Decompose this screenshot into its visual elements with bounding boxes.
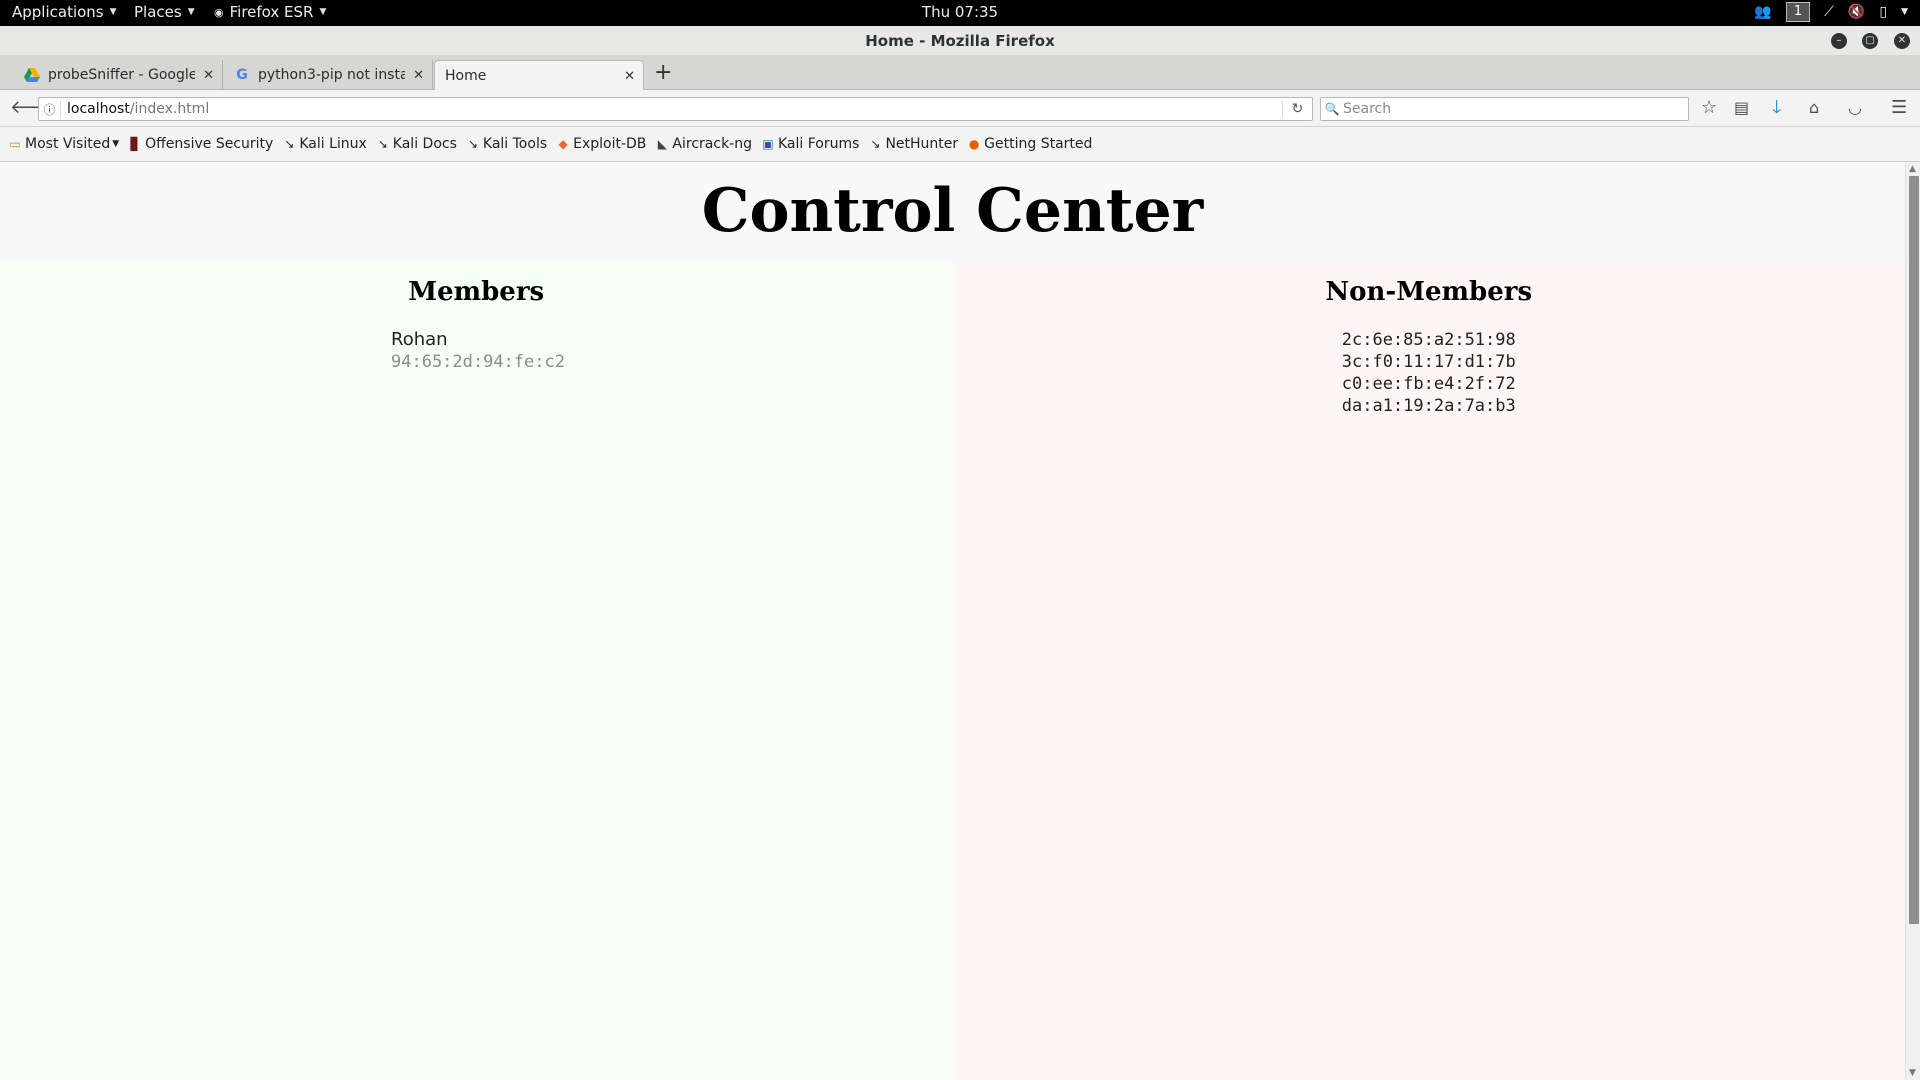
bookmark-kali-tools[interactable]: ↘ Kali Tools: [466, 136, 547, 152]
new-tab-button[interactable]: +: [654, 60, 672, 85]
bookmark-most-visited[interactable]: ▭ Most Visited ▼: [8, 136, 119, 152]
non-members-heading: Non-Members: [1325, 277, 1533, 307]
search-placeholder: Search: [1343, 101, 1392, 117]
minimize-button[interactable]: –: [1831, 33, 1847, 49]
scroll-up-arrow-icon[interactable]: ▲: [1909, 164, 1916, 174]
tab-strip: probeSniffer - Google... ✕ G python3-pip…: [0, 56, 1920, 91]
system-tray[interactable]: 👥 1 ⟋ 🔇 ▯ ▼: [1754, 2, 1908, 22]
bookmark-offensive-security[interactable]: ▊ Offensive Security: [128, 136, 274, 152]
bookmark-star-icon[interactable]: ☆: [1701, 98, 1717, 118]
google-icon: G: [236, 67, 248, 83]
pocket-icon[interactable]: ◡: [1848, 98, 1862, 118]
kali-icon: ↘: [377, 137, 388, 151]
non-member-mac: 2c:6e:85:a2:51:98: [1341, 330, 1516, 350]
chevron-down-icon: ▼: [112, 139, 120, 149]
bookmark-getting-started[interactable]: ● Getting Started: [967, 136, 1093, 152]
volume-muted-icon: 🔇: [1847, 4, 1866, 20]
close-window-button[interactable]: ✕: [1894, 33, 1910, 49]
window-title: Home - Mozilla Firefox: [865, 32, 1055, 50]
kali-icon: ↘: [870, 137, 881, 151]
maximize-button[interactable]: ▢: [1862, 33, 1878, 49]
bookmark-nethunter[interactable]: ↘ NetHunter: [868, 136, 958, 152]
tab-label: python3-pip not instal...: [258, 67, 406, 83]
bookmark-label: Aircrack-ng: [672, 136, 752, 152]
tab-home[interactable]: Home ✕: [434, 60, 644, 91]
page-scrollbar[interactable]: ▲ ▼: [1905, 162, 1920, 1080]
bookmark-label: Offensive Security: [145, 136, 274, 152]
non-member-mac-list: 2c:6e:85:a2:51:98 3c:f0:11:17:d1:7b c0:e…: [953, 329, 1906, 417]
folder-icon: ▭: [9, 137, 21, 151]
bookmark-label: Most Visited: [25, 136, 111, 152]
download-icon[interactable]: 🡓: [1772, 98, 1781, 118]
close-tab-icon[interactable]: ✕: [203, 68, 214, 83]
hamburger-menu-icon[interactable]: ☰: [1891, 98, 1907, 118]
home-icon[interactable]: ⌂: [1809, 98, 1819, 118]
url-path: /index.html: [129, 101, 210, 117]
bookmark-label: Kali Linux: [299, 136, 367, 152]
bookmark-label: Exploit-DB: [573, 136, 647, 152]
clock[interactable]: Thu 07:35: [0, 3, 1920, 21]
non-members-column: Non-Members 2c:6e:85:a2:51:98 3c:f0:11:1…: [952, 261, 1906, 1080]
chevron-down-icon: ▼: [1901, 7, 1908, 17]
offsec-icon: ▊: [130, 137, 140, 151]
google-drive-icon: [24, 67, 40, 83]
bookmarks-toolbar: ▭ Most Visited ▼ ▊ Offensive Security ↘ …: [0, 127, 1920, 162]
scroll-down-arrow-icon[interactable]: ▼: [1909, 1068, 1916, 1078]
exploitdb-icon: ◆: [558, 137, 568, 151]
bookmark-label: Kali Tools: [482, 136, 548, 152]
bookmark-label: NetHunter: [885, 136, 959, 152]
bookmark-label: Getting Started: [984, 136, 1093, 152]
bookmark-kali-linux[interactable]: ↘ Kali Linux: [282, 136, 367, 152]
reading-list-icon[interactable]: ▤: [1734, 98, 1749, 118]
reload-icon[interactable]: ↻: [1282, 101, 1312, 117]
page-header: Control Center: [0, 162, 1905, 261]
page-content: Control Center Members Rohan 94:65:2d:94…: [0, 162, 1905, 1080]
search-bar[interactable]: 🔍 Search: [1320, 97, 1689, 121]
users-icon: 👥: [1754, 4, 1772, 20]
aircrack-icon: ◣: [657, 137, 668, 151]
bookmark-label: Kali Forums: [778, 136, 860, 152]
network-icon: ⟋: [1824, 4, 1834, 20]
close-tab-icon[interactable]: ✕: [413, 68, 424, 83]
scrollbar-thumb[interactable]: [1909, 176, 1919, 924]
info-icon[interactable]: ⓘ: [39, 100, 61, 118]
tab-label: probeSniffer - Google...: [48, 67, 196, 83]
battery-icon: ▯: [1879, 4, 1888, 20]
kali-icon: ↘: [284, 137, 295, 151]
members-column: Members Rohan 94:65:2d:94:fe:c2: [0, 261, 953, 1080]
search-icon: 🔍: [1324, 102, 1340, 116]
non-member-mac: c0:ee:fb:e4:2f:72: [1341, 374, 1516, 394]
firefox-icon: ●: [968, 137, 980, 151]
non-member-mac: 3c:f0:11:17:d1:7b: [1341, 352, 1516, 372]
member-entry: Rohan 94:65:2d:94:fe:c2: [391, 329, 953, 373]
members-heading: Members: [408, 277, 545, 307]
close-tab-icon[interactable]: ✕: [624, 69, 635, 84]
url-bar[interactable]: ⓘ localhost/index.html ↻: [38, 97, 1313, 121]
tab-probesniffer[interactable]: probeSniffer - Google... ✕: [14, 60, 223, 90]
window-titlebar: Home - Mozilla Firefox – ▢ ✕: [0, 26, 1920, 56]
tab-label: Home: [445, 68, 487, 84]
kali-icon: ↘: [467, 137, 478, 151]
tab-python3-pip[interactable]: G python3-pip not instal... ✕: [224, 60, 433, 90]
bookmark-kali-docs[interactable]: ↘ Kali Docs: [376, 136, 457, 152]
non-member-mac: da:a1:19:2a:7a:b3: [1341, 396, 1516, 416]
bookmark-aircrack-ng[interactable]: ◣ Aircrack-ng: [655, 136, 752, 152]
page-title: Control Center: [701, 176, 1204, 246]
member-mac: 94:65:2d:94:fe:c2: [391, 352, 565, 372]
member-name: Rohan: [391, 329, 448, 350]
bookmark-label: Kali Docs: [392, 136, 457, 152]
columns: Members Rohan 94:65:2d:94:fe:c2 Non-Memb…: [0, 261, 1905, 1080]
bookmark-exploit-db[interactable]: ◆ Exploit-DB: [556, 136, 647, 152]
navigation-toolbar: 🡐 ⓘ localhost/index.html ↻ 🔍 Search ☆ ▤ …: [0, 90, 1920, 127]
gnome-top-bar: Applications ▼ Places ▼ ◉ Firefox ESR ▼ …: [0, 0, 1920, 26]
bookmark-kali-forums[interactable]: ▣ Kali Forums: [761, 136, 859, 152]
kali-forums-icon: ▣: [762, 137, 774, 151]
workspace-indicator[interactable]: 1: [1785, 2, 1811, 22]
url-host: localhost: [67, 101, 130, 117]
